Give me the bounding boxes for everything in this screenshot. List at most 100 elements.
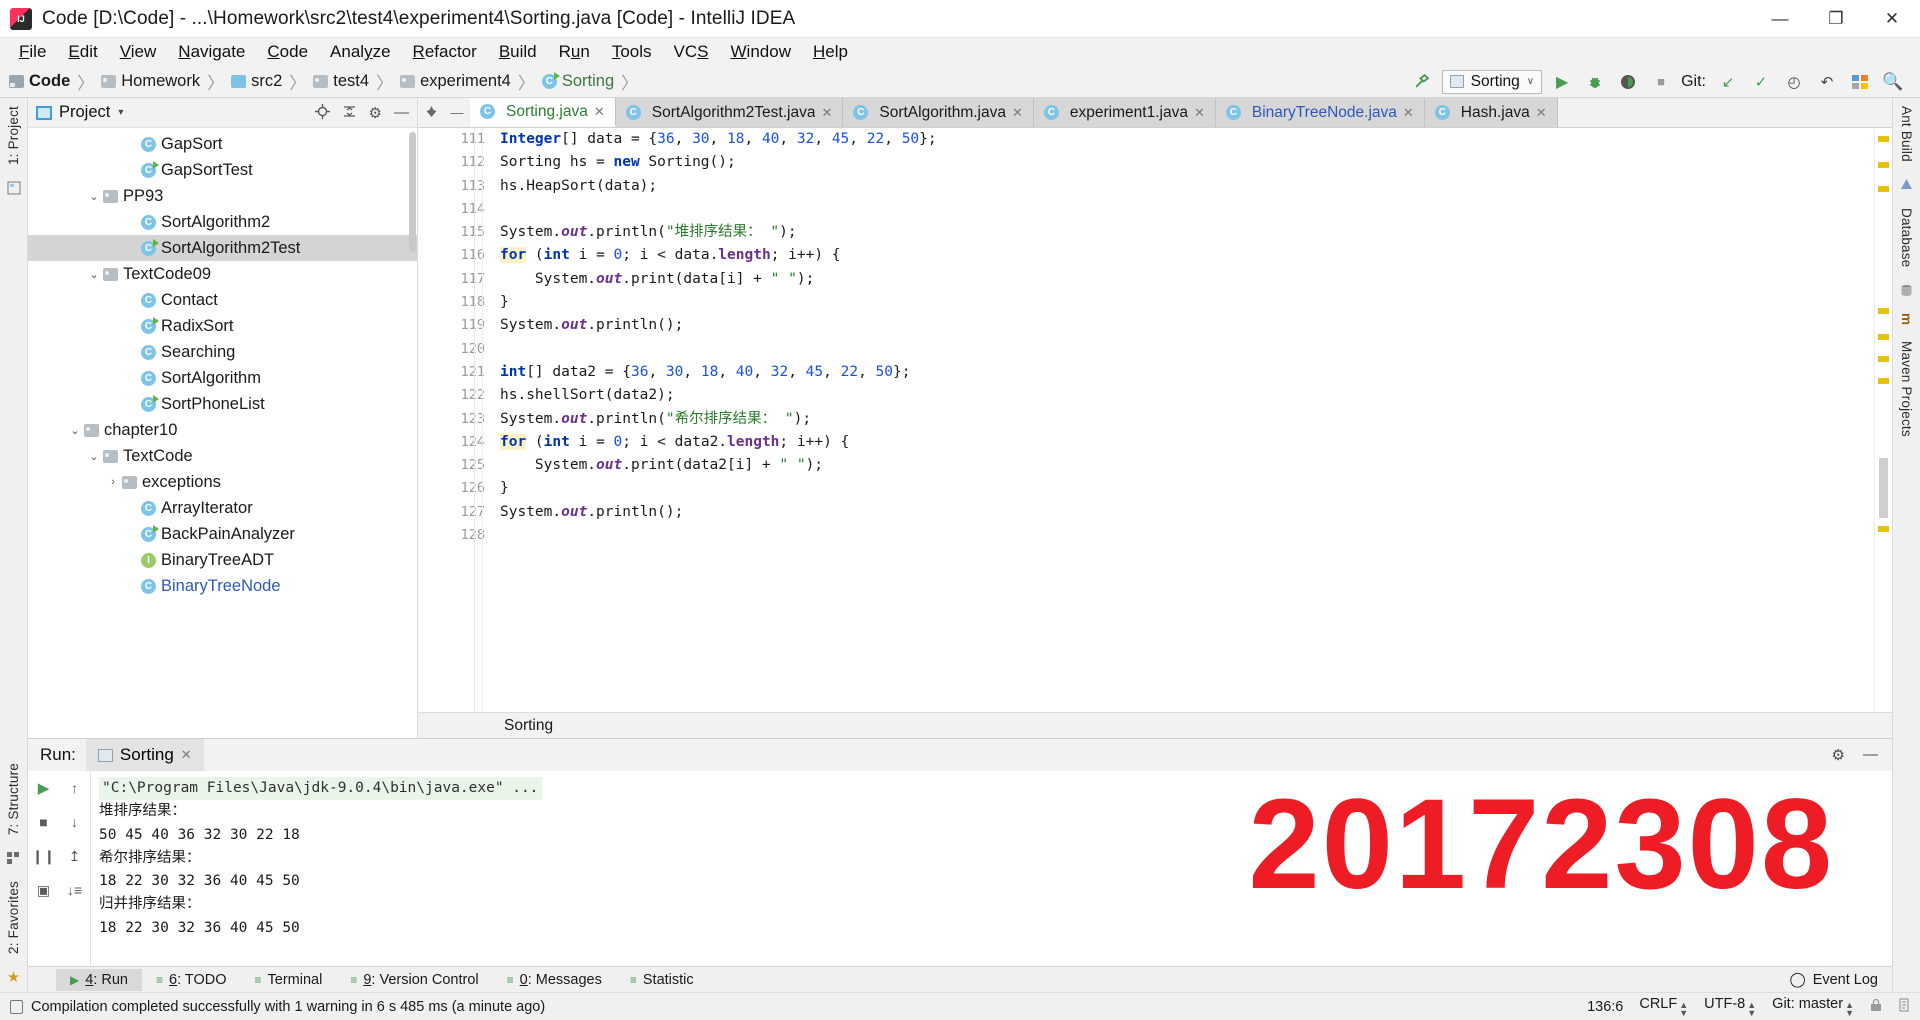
close-icon[interactable]: ✕ [1194, 105, 1205, 121]
run-configuration-selector[interactable]: Sorting ∨ [1441, 69, 1543, 94]
hide-panel-icon[interactable]: — [1863, 746, 1878, 764]
sidebar-tab-database[interactable]: Database [1899, 200, 1914, 275]
sidebar-tab-favorites[interactable]: 2: Favorites [6, 873, 21, 962]
menu-item-view[interactable]: View [109, 40, 168, 64]
run-with-coverage-icon[interactable] [1615, 70, 1641, 94]
tree-item-arrayiterator[interactable]: C ArrayIterator [28, 495, 417, 521]
code-line[interactable] [494, 338, 1874, 361]
gear-icon[interactable]: ⚙ [1832, 746, 1845, 764]
editor-gutter[interactable]: 111 112 113 114 115 116 117 118 119 120 121 122 123 1… [418, 128, 494, 712]
console-output[interactable]: "C:\Program Files\Java\jdk-9.0.4\bin\jav… [90, 771, 1892, 966]
tree-item-binarytreeadt[interactable]: I BinaryTreeADT [28, 547, 417, 573]
event-log-label[interactable]: Event Log [1813, 972, 1878, 988]
menu-item-tools[interactable]: Tools [601, 40, 663, 64]
run-button[interactable]: ▶ [1549, 70, 1575, 94]
tree-twisty-icon[interactable]: ⌄ [85, 450, 103, 463]
code-line[interactable] [494, 198, 1874, 221]
tree-twisty-icon[interactable]: › [104, 476, 122, 488]
code-content[interactable]: Integer[] data = {36, 30, 18, 40, 32, 45… [494, 128, 1874, 712]
close-icon[interactable]: ✕ [1403, 105, 1414, 121]
locate-icon[interactable] [314, 103, 330, 122]
tree-item-gapsorttest[interactable]: C GapSortTest [28, 157, 417, 183]
line-separator[interactable]: CRLF ▲ ▼ [1639, 996, 1688, 1017]
editor-tab-hash[interactable]: C Hash.java ✕ [1424, 98, 1558, 127]
tree-scrollbar-thumb[interactable] [409, 132, 416, 252]
tree-item-sortalgorithm[interactable]: C SortAlgorithm [28, 365, 417, 391]
search-icon[interactable]: 🔍 [1880, 70, 1906, 94]
run-nav-button-1[interactable]: ↓ [64, 811, 86, 833]
hammer-icon[interactable] [1409, 70, 1435, 94]
tree-item-contact[interactable]: C Contact [28, 287, 417, 313]
breadcrumb-item-test4[interactable]: test4 [310, 71, 372, 92]
tool-window-button-versioncontrol[interactable]: ≡ 9: Version Control [336, 969, 492, 991]
close-icon[interactable]: ✕ [1536, 105, 1547, 121]
close-icon[interactable]: ✕ [1012, 105, 1023, 121]
menu-item-edit[interactable]: Edit [57, 40, 108, 64]
inspection-icon[interactable] [1898, 998, 1910, 1016]
chevron-down-icon[interactable]: ▾ [118, 107, 123, 118]
git-update-icon[interactable]: ↙ [1715, 70, 1741, 94]
code-line[interactable]: System.out.println("堆排序结果： "); [494, 221, 1874, 244]
run-nav-button-2[interactable]: ↥ [64, 845, 86, 867]
code-line[interactable]: } [494, 477, 1874, 500]
run-side-button-3[interactable]: ▣ [33, 879, 55, 901]
menu-item-analyze[interactable]: Analyze [319, 40, 402, 64]
ant-icon[interactable] [1897, 175, 1917, 195]
tool-window-button-messages[interactable]: ≡ 0: Messages [493, 969, 616, 991]
code-line[interactable]: System.out.println(); [494, 314, 1874, 337]
breadcrumb-item-src2[interactable]: src2 [228, 71, 285, 92]
tool-window-button-statistic[interactable]: ≡ Statistic [616, 969, 708, 991]
editor-breadcrumb[interactable]: Sorting [418, 712, 1892, 738]
editor-tab-experiment1[interactable]: Cexperiment1.java ✕ [1033, 98, 1216, 127]
tree-item-exceptions[interactable]: › exceptions [28, 469, 417, 495]
file-encoding[interactable]: UTF-8 ▲ ▼ [1704, 996, 1756, 1017]
maximize-button[interactable]: ❐ [1808, 0, 1864, 37]
code-line[interactable]: hs.shellSort(data2); [494, 384, 1874, 407]
git-commit-icon[interactable]: ✓ [1748, 70, 1774, 94]
menu-item-help[interactable]: Help [802, 40, 859, 64]
close-icon[interactable]: ✕ [821, 105, 832, 121]
debug-bug-icon[interactable] [1582, 70, 1608, 94]
tree-item-gapsort[interactable]: C GapSort [28, 131, 417, 157]
menu-item-navigate[interactable]: Navigate [167, 40, 256, 64]
sidebar-tab-project[interactable]: 1: Project [6, 98, 21, 173]
code-line[interactable]: } [494, 291, 1874, 314]
run-nav-button-0[interactable]: ↑ [64, 777, 86, 799]
git-revert-icon[interactable]: ↶ [1814, 70, 1840, 94]
editor-tab-sortalgorithm2test[interactable]: C SortAlgorithm2Test.java ✕ [615, 98, 844, 127]
star-icon[interactable]: ★ [4, 967, 24, 987]
tool-window-button-terminal[interactable]: ≡ Terminal [241, 969, 337, 991]
close-icon[interactable]: ✕ [181, 747, 192, 763]
gear-icon[interactable]: ⚙ [369, 104, 382, 122]
editor-tab-sortalgorithm[interactable]: C SortAlgorithm.java ✕ [843, 98, 1034, 127]
tree-item-textcode09[interactable]: ⌄ TextCode09 [28, 261, 417, 287]
tool-window-button-run[interactable]: ▶ 4: Run [56, 968, 142, 991]
code-line[interactable]: Sorting hs = new Sorting(); [494, 151, 1874, 174]
breadcrumb-item-sorting[interactable]: C Sorting [539, 71, 617, 92]
tree-twisty-icon[interactable]: ⌄ [85, 190, 103, 203]
menu-item-run[interactable]: Run [548, 40, 601, 64]
layout-icon[interactable] [1847, 70, 1873, 94]
sidebar-tab-maven-projects[interactable]: Maven Projects [1899, 333, 1914, 445]
tree-item-binarytreenode[interactable]: C BinaryTreeNode [28, 573, 417, 599]
tree-item-chapter10[interactable]: ⌄ chapter10 [28, 417, 417, 443]
code-line[interactable]: System.out.println(); [494, 501, 1874, 524]
breadcrumb-item-homework[interactable]: Homework [98, 71, 203, 92]
menu-item-build[interactable]: Build [488, 40, 548, 64]
tree-item-sortphonelist[interactable]: C SortPhoneList [28, 391, 417, 417]
menu-item-window[interactable]: Window [720, 40, 802, 64]
structure-rail-icon[interactable] [4, 178, 24, 198]
run-nav-button-3[interactable]: ↓≡ [64, 879, 86, 901]
code-line[interactable] [494, 524, 1874, 547]
tool-window-button-todo[interactable]: ≡ 6: TODO [142, 969, 241, 991]
caret-position[interactable]: 136:6 [1587, 999, 1623, 1015]
close-button[interactable]: ✕ [1864, 0, 1920, 37]
hide-panel-icon[interactable]: — [394, 104, 409, 121]
run-side-button-0[interactable]: ▶ [33, 777, 55, 799]
git-branch[interactable]: Git: master ▲ ▼ [1772, 996, 1854, 1017]
breadcrumb-item-experiment4[interactable]: experiment4 [397, 71, 514, 92]
run-side-button-1[interactable]: ■ [33, 811, 55, 833]
code-line[interactable]: hs.HeapSort(data); [494, 175, 1874, 198]
run-tab-sorting[interactable]: Sorting ✕ [85, 739, 204, 771]
tree-twisty-icon[interactable]: ⌄ [66, 424, 84, 437]
